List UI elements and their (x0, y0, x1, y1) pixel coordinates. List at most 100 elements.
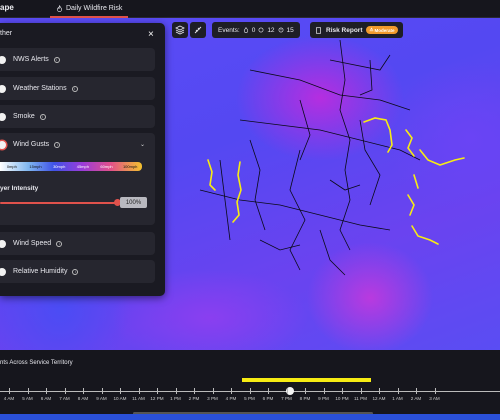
timeline-hour-label[interactable]: 12 AM (372, 396, 385, 401)
layer-label: Wind Speed (13, 240, 52, 247)
timeline-hour-label[interactable]: 6 AM (41, 396, 51, 401)
info-icon[interactable]: i (54, 141, 61, 148)
info-icon[interactable]: i (72, 268, 79, 275)
timeline-tick (268, 388, 269, 394)
timeline-hour-label[interactable]: 11 AM (132, 396, 145, 401)
timeline-hour-label[interactable]: 6 PM (263, 396, 274, 401)
chevron-down-icon[interactable]: ⌄ (140, 141, 145, 148)
layer-wind-gusts[interactable]: Wind Gusts i ⌄ (0, 133, 155, 156)
info-icon[interactable]: i (39, 113, 46, 120)
flame-icon (57, 4, 62, 12)
timeline-hour-label[interactable]: 4 AM (4, 396, 14, 401)
fire-icon (243, 27, 248, 33)
scale-label: 100mph (122, 164, 138, 169)
timeline-hour-label[interactable]: 5 PM (244, 396, 255, 401)
timeline-hour-label[interactable]: 10 PM (335, 396, 348, 401)
timeline-tick (212, 388, 214, 394)
timeline-tick (397, 388, 399, 394)
layer-intensity-value[interactable]: 100% (120, 197, 147, 208)
tab-daily-wildfire-risk[interactable]: Daily Wildfire Risk (50, 0, 129, 18)
layer-toggle[interactable] (0, 55, 6, 64)
layer-wind-speed[interactable]: Wind Speed i (0, 232, 155, 255)
scale-label: 15mph (29, 164, 42, 169)
layer-intensity-slider[interactable] (0, 202, 115, 204)
layer-toggle[interactable] (0, 140, 6, 149)
layer-wind-gusts-expanded: Wind Gusts i ⌄ 0mph 15mph 30mph 45mph 60… (0, 133, 155, 225)
timeline-hour-label[interactable]: 4 PM (226, 396, 237, 401)
timeline-title: nts Across Service Territory (0, 360, 73, 366)
layer-toggle[interactable] (0, 84, 6, 93)
timeline-hour-label[interactable]: 7 AM (59, 396, 69, 401)
layer-label: Wind Gusts (13, 141, 50, 148)
event-window-bar[interactable] (242, 378, 371, 382)
layer-weather-stations[interactable]: Weather Stations i (0, 77, 155, 100)
layer-intensity-label: yer Intensity (0, 185, 39, 192)
events-timeline: nts Across Service Territory 4 AM 5 AM 6 A… (0, 350, 500, 420)
timeline-hour-label[interactable]: 2 AM (411, 396, 421, 401)
layers-button[interactable] (172, 22, 188, 38)
timeline-tick (360, 388, 362, 394)
layer-label: Smoke (13, 113, 35, 120)
timeline-hour-label[interactable]: 8 PM (300, 396, 311, 401)
timeline-tick (157, 388, 158, 394)
risk-report-button[interactable]: Risk Report ⚠ Moderate (310, 22, 403, 38)
info-icon[interactable]: i (56, 240, 63, 247)
timeline-hour-label[interactable]: 3 PM (207, 396, 218, 401)
events-label: Events: (218, 26, 240, 34)
timeline-tick (175, 388, 177, 394)
timeline-tick (120, 388, 121, 394)
timeline-tick (323, 388, 325, 394)
timeline-hour-label[interactable]: 9 AM (96, 396, 106, 401)
wind-gust-scale: 0mph 15mph 30mph 45mph 60mph 100mph (0, 162, 142, 171)
timeline-hour-label[interactable]: 1 PM (170, 396, 181, 401)
timeline-hour-label[interactable]: 3 AM (429, 396, 439, 401)
risk-report-label: Risk Report (326, 26, 363, 34)
timeline-tick (249, 388, 251, 394)
timeline-hour-label[interactable]: 8 AM (78, 396, 88, 401)
timeline-tick (64, 388, 66, 394)
timeline-tick (305, 388, 306, 394)
risk-level-text: Moderate (374, 27, 395, 33)
measure-button[interactable] (190, 22, 206, 38)
timeline-tick (27, 388, 29, 394)
warning-icon: ⚠ (369, 27, 374, 32)
timeline-hour-label[interactable]: 5 AM (22, 396, 32, 401)
layer-toggle[interactable] (0, 112, 6, 121)
layers-icon (175, 25, 185, 35)
timeline-hour-label[interactable]: 2 PM (189, 396, 200, 401)
layer-toggle[interactable] (0, 267, 6, 276)
layer-relative-humidity[interactable]: Relative Humidity i (0, 260, 155, 283)
timeline-tick (342, 388, 343, 394)
timeline-tick (231, 388, 232, 394)
alert-icon (278, 27, 283, 33)
timeline-tick (46, 388, 47, 394)
timeline-tick (138, 388, 140, 394)
timeline-tick (9, 388, 10, 394)
close-icon[interactable]: × (148, 29, 154, 40)
timeline-tick (83, 388, 84, 394)
layer-label: Weather Stations (13, 85, 67, 92)
timeline-hour-label[interactable]: 9 PM (318, 396, 329, 401)
sun-icon (258, 27, 264, 33)
timeline-tick (286, 388, 288, 394)
scale-label: 45mph (76, 164, 89, 169)
timeline-hour-label[interactable]: 11 PM (354, 396, 367, 401)
info-icon[interactable]: i (53, 56, 60, 63)
app-brand: ape (0, 3, 14, 12)
weather-layers-panel: ther × NWS Alerts i Weather Stations i S… (0, 23, 165, 296)
timeline-hour-label[interactable]: 1 AM (392, 396, 402, 401)
top-bar: ape Daily Wildfire Risk (0, 0, 500, 18)
layer-label: Relative Humidity (13, 268, 68, 275)
layer-toggle[interactable] (0, 239, 6, 248)
timeline-hour-label[interactable]: 7 PM (281, 396, 292, 401)
document-icon (316, 26, 321, 34)
events-summary[interactable]: Events: 0 12 15 (212, 22, 300, 38)
timeline-hour-label[interactable]: 12 PM (150, 396, 163, 401)
layer-nws-alerts[interactable]: NWS Alerts i (0, 48, 155, 71)
layer-smoke[interactable]: Smoke i (0, 105, 155, 128)
bottom-strip (0, 414, 500, 420)
info-icon[interactable]: i (71, 85, 78, 92)
timeline-tick (194, 388, 195, 394)
scale-label: 0mph (6, 164, 17, 169)
timeline-hour-label[interactable]: 10 AM (113, 396, 126, 401)
